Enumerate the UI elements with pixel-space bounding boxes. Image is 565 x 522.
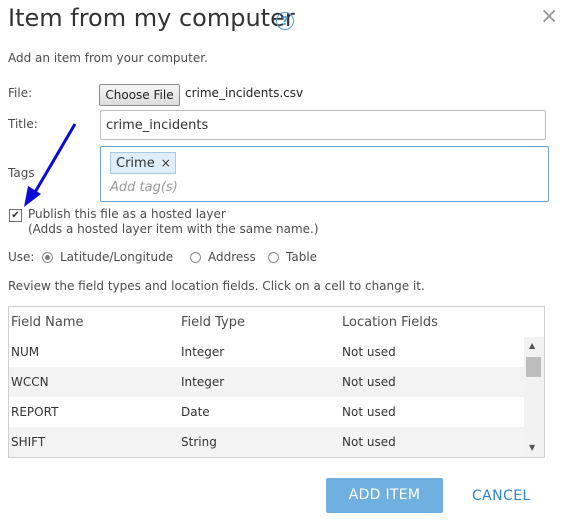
cell-field-name[interactable]: SHIFT bbox=[11, 435, 45, 449]
column-header-field-type: Field Type bbox=[181, 315, 245, 330]
radio-address-label: Address bbox=[208, 250, 256, 264]
use-label: Use: bbox=[8, 250, 35, 264]
fields-table: Field Name Field Type Location Fields NU… bbox=[8, 306, 545, 458]
add-item-button[interactable]: ADD ITEM bbox=[326, 478, 443, 513]
cell-location-field[interactable]: Not used bbox=[342, 435, 396, 449]
cell-field-name[interactable]: NUM bbox=[11, 345, 39, 359]
radio-address[interactable] bbox=[190, 252, 201, 263]
table-row[interactable]: WCCN Integer Not used bbox=[9, 367, 524, 397]
review-instructions: Review the field types and location fiel… bbox=[8, 279, 425, 293]
scroll-up-icon[interactable]: ▲ bbox=[529, 341, 535, 350]
cell-field-type[interactable]: Integer bbox=[181, 345, 224, 359]
table-header: Field Name Field Type Location Fields bbox=[9, 307, 524, 337]
radio-latlong[interactable] bbox=[42, 252, 53, 263]
cancel-button[interactable]: CANCEL bbox=[472, 488, 531, 504]
cell-location-field[interactable]: Not used bbox=[342, 375, 396, 389]
cell-location-field[interactable]: Not used bbox=[342, 405, 396, 419]
column-header-location-fields: Location Fields bbox=[342, 315, 438, 330]
table-row[interactable]: SHIFT String Not used bbox=[9, 427, 524, 457]
scrollbar-thumb[interactable] bbox=[526, 357, 541, 377]
cell-location-field[interactable]: Not used bbox=[342, 345, 396, 359]
radio-latlong-label: Latitude/Longitude bbox=[60, 250, 174, 264]
cell-field-type[interactable]: String bbox=[181, 435, 217, 449]
publish-note: (Adds a hosted layer item with the same … bbox=[28, 222, 319, 236]
radio-table-label: Table bbox=[286, 250, 318, 264]
scroll-down-icon[interactable]: ▼ bbox=[529, 443, 535, 452]
publish-label: Publish this file as a hosted layer bbox=[28, 207, 226, 221]
radio-table[interactable] bbox=[268, 252, 279, 263]
publish-checkbox[interactable]: ✔ bbox=[9, 209, 22, 222]
table-scrollbar[interactable]: ▲ ▼ bbox=[524, 337, 544, 457]
cell-field-name[interactable]: WCCN bbox=[11, 375, 49, 389]
table-row[interactable]: NUM Integer Not used bbox=[9, 337, 524, 367]
cell-field-type[interactable]: Date bbox=[181, 405, 210, 419]
cell-field-name[interactable]: REPORT bbox=[11, 405, 58, 419]
column-header-field-name: Field Name bbox=[11, 315, 84, 330]
cell-field-type[interactable]: Integer bbox=[181, 375, 224, 389]
table-row[interactable]: REPORT Date Not used bbox=[9, 397, 524, 427]
